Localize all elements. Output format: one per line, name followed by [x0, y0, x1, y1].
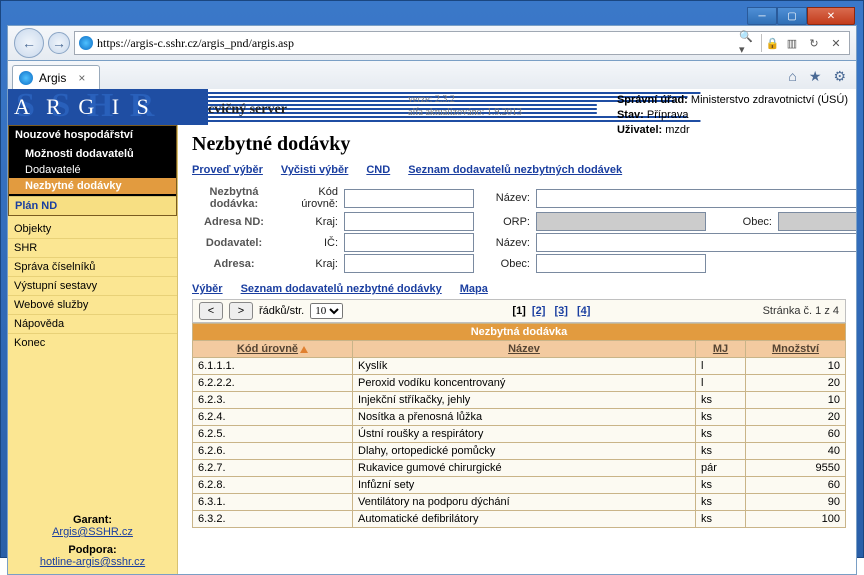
table-row[interactable]: 6.3.1.Ventilátory na podporu dýcháníks90 [193, 494, 846, 511]
group-adresa: Adresa: [192, 258, 276, 270]
sidebar-sub-nezbytne[interactable]: Nezbytné dodávky [9, 178, 176, 194]
group-dodavatel: Dodavatel: [192, 237, 276, 249]
table-row[interactable]: 6.2.6.Dlahy, ortopedické pomůckyks40 [193, 443, 846, 460]
dodavatel-nazev-input[interactable] [536, 233, 856, 252]
table-caption: Nezbytná dodávka [193, 324, 846, 341]
data-table: Nezbytná dodávka Kód úrovně Název MJ Mno… [192, 323, 846, 528]
obec-nd-readonly [778, 212, 856, 231]
group-adresa-nd: Adresa ND: [192, 216, 276, 228]
action-link[interactable]: Seznam dodavatelů nezbytné dodávky [241, 283, 442, 295]
sidebar-sub-dodavatele[interactable]: Dodavatelé [9, 162, 176, 178]
obec-input[interactable] [536, 254, 706, 273]
garant-mail[interactable]: Argis@SSHR.cz [52, 526, 133, 538]
table-row[interactable]: 6.3.2.Automatické defibrilátoryks100 [193, 511, 846, 528]
col-kod[interactable]: Kód úrovně [193, 341, 353, 358]
sidebar-item[interactable]: Objekty [8, 220, 177, 238]
gear-icon[interactable]: ⚙ [833, 68, 846, 85]
col-mj[interactable]: MJ [696, 341, 746, 358]
kraj-input[interactable] [344, 254, 474, 273]
version-info: verze: 2.3.2alfa aktualizováno: 1.9.2013 [408, 93, 522, 119]
filter-link[interactable]: CND [366, 164, 390, 176]
page-link[interactable]: [4] [577, 305, 590, 317]
table-row[interactable]: 6.2.3.Injekční stříkačky, jehlyks10 [193, 392, 846, 409]
sidebar-item[interactable]: Nápověda [8, 314, 177, 333]
sidebar-item[interactable]: Správa číselníků [8, 257, 177, 276]
address-bar[interactable]: https://argis-c.sshr.cz/argis_pnd/argis.… [74, 31, 850, 55]
page-info: Stránka č. 1 z 4 [763, 305, 839, 317]
refresh-icon[interactable]: ↻ [805, 34, 823, 52]
sidebar-head[interactable]: Nouzové hospodářství [9, 126, 176, 144]
ic-input[interactable] [344, 233, 474, 252]
page-link[interactable]: [2] [532, 305, 545, 317]
page-next-button[interactable]: > [229, 302, 253, 320]
window-close-button[interactable]: ✕ [807, 7, 855, 25]
search-dropdown-icon[interactable]: 🔍▾ [739, 34, 757, 52]
sidebar-item[interactable]: Webové služby [8, 295, 177, 314]
filter-link[interactable]: Seznam dodavatelů nezbytných dodávek [408, 164, 622, 176]
window-max-button[interactable]: ▢ [777, 7, 807, 25]
tab-ie-icon [19, 71, 33, 85]
sort-asc-icon [300, 346, 308, 353]
browser-forward-button[interactable]: → [48, 32, 70, 54]
home-icon[interactable]: ⌂ [788, 68, 796, 85]
col-mnozstvi[interactable]: Množství [746, 341, 846, 358]
page-link[interactable]: [3] [554, 305, 567, 317]
pager: < > řádků/str. 10 [1] [2] [3] [4] Stránk… [192, 299, 846, 323]
sidebar-sub-moznosti[interactable]: Možnosti dodavatelů [9, 146, 176, 162]
table-row[interactable]: 6.2.7.Rukavice gumové chirurgicképár9550 [193, 460, 846, 477]
table-row[interactable]: 6.2.5.Ústní roušky a respirátoryks60 [193, 426, 846, 443]
sidebar: Nouzové hospodářství Možnosti dodavatelů… [8, 125, 178, 574]
header-meta: Správní úřad: Ministerstvo zdravotnictví… [617, 93, 848, 138]
table-row[interactable]: 6.2.8.Infůzní setyks60 [193, 477, 846, 494]
tab-title: Argis [39, 71, 66, 85]
sidebar-support: Garant: Argis@SSHR.cz Podpora: hotline-a… [8, 504, 177, 574]
window-min-button[interactable]: ─ [747, 7, 777, 25]
app-logo: S S H R A R G I S [8, 89, 208, 125]
filter-link[interactable]: Proveď výběr [192, 164, 263, 176]
ie-icon [79, 36, 93, 50]
group-dodavka: Nezbytná dodávka: [192, 186, 276, 210]
filter-link[interactable]: Vyčisti výběr [281, 164, 348, 176]
sidebar-plan-nd[interactable]: Plán ND [9, 196, 176, 215]
stop-icon[interactable]: ✕ [827, 34, 845, 52]
tab-close-icon[interactable]: × [78, 71, 85, 85]
sidebar-item[interactable]: Výstupní sestavy [8, 276, 177, 295]
favorites-icon[interactable]: ★ [809, 68, 822, 85]
col-nazev[interactable]: Název [353, 341, 696, 358]
compat-icon[interactable]: ▥ [783, 34, 801, 52]
table-row[interactable]: 6.2.2.2.Peroxid vodíku koncentrovanýl20 [193, 375, 846, 392]
page-prev-button[interactable]: < [199, 302, 223, 320]
server-label: cvičný server [208, 102, 287, 118]
sidebar-item[interactable]: SHR [8, 238, 177, 257]
url-text: https://argis-c.sshr.cz/argis_pnd/argis.… [97, 36, 735, 51]
table-row[interactable]: 6.2.4.Nosítka a přenosná lůžkaks20 [193, 409, 846, 426]
sidebar-item[interactable]: Konec [8, 333, 177, 352]
orp-readonly [536, 212, 706, 231]
table-row[interactable]: 6.1.1.1.Kyslíkl10 [193, 358, 846, 375]
action-link[interactable]: Mapa [460, 283, 488, 295]
nazev-input[interactable] [536, 189, 856, 208]
rows-per-page-select[interactable]: 10 [310, 303, 343, 319]
browser-back-button[interactable]: ← [14, 28, 44, 58]
browser-tab[interactable]: Argis × [12, 65, 100, 89]
page-link: [1] [512, 305, 525, 317]
lock-icon: 🔒 [761, 34, 779, 52]
action-link[interactable]: Výběr [192, 283, 223, 295]
kraj-nd-input[interactable] [344, 212, 474, 231]
kod-input[interactable] [344, 189, 474, 208]
